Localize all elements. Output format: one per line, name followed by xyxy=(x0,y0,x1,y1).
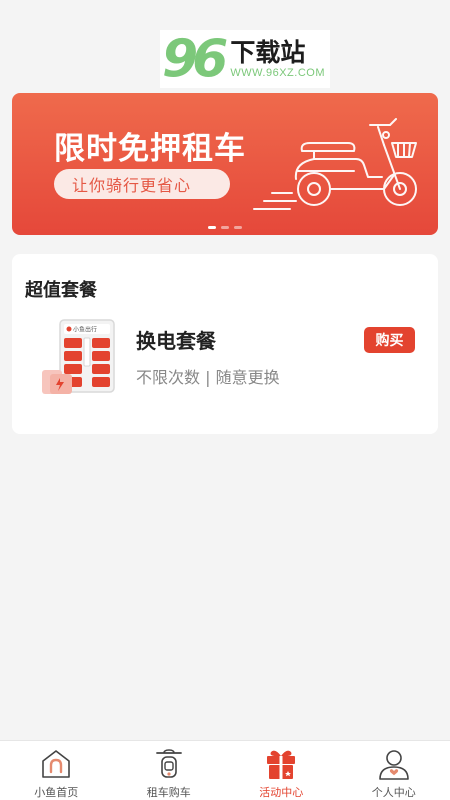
tab-home[interactable]: 小鱼首页 xyxy=(0,741,113,800)
banner-title: 限时免押租车 xyxy=(54,131,246,167)
package-card: 超值套餐 小鱼出行 换电套餐 不限次数 | 随意更换 购买 xyxy=(12,254,438,434)
watermark-text: 下载站 xyxy=(230,38,306,68)
tab-label: 租车购车 xyxy=(146,786,191,799)
bottom-tabbar: 小鱼首页 租车购车 活动中心 个人中心 xyxy=(0,740,450,800)
scooter-icon xyxy=(152,747,186,781)
pagination-dot[interactable] xyxy=(221,226,229,229)
banner-pagination xyxy=(12,226,438,229)
card-title: 超值套餐 xyxy=(25,280,97,301)
scooter-illustration xyxy=(253,118,417,210)
promo-banner[interactable]: 限时免押租车 让你骑行更省心 xyxy=(12,93,438,235)
package-description: 不限次数 | 随意更换 xyxy=(136,368,280,387)
battery-cabinet-image: 小鱼出行 xyxy=(42,319,115,394)
user-icon xyxy=(377,747,411,781)
gift-icon xyxy=(264,747,298,781)
tab-activity-center[interactable]: 活动中心 xyxy=(225,741,338,800)
tab-personal-center[interactable]: 个人中心 xyxy=(338,741,450,800)
cabinet-label: 小鱼出行 xyxy=(73,326,97,334)
tab-label: 小鱼首页 xyxy=(34,786,79,799)
tab-label: 活动中心 xyxy=(259,786,304,799)
watermark-url: WWW.96XZ.COM xyxy=(230,66,325,79)
tab-rent-buy[interactable]: 租车购车 xyxy=(113,741,226,800)
watermark-number: 96 xyxy=(162,29,228,89)
home-icon xyxy=(39,747,73,781)
package-name: 换电套餐 xyxy=(136,329,216,353)
pagination-dot[interactable] xyxy=(208,226,216,229)
buy-button[interactable]: 购买 xyxy=(364,327,415,353)
watermark-logo: 96 下载站 WWW.96XZ.COM xyxy=(160,30,330,88)
tab-label: 个人中心 xyxy=(371,786,416,799)
banner-subtitle: 让你骑行更省心 xyxy=(54,169,230,199)
pagination-dot[interactable] xyxy=(234,226,242,229)
